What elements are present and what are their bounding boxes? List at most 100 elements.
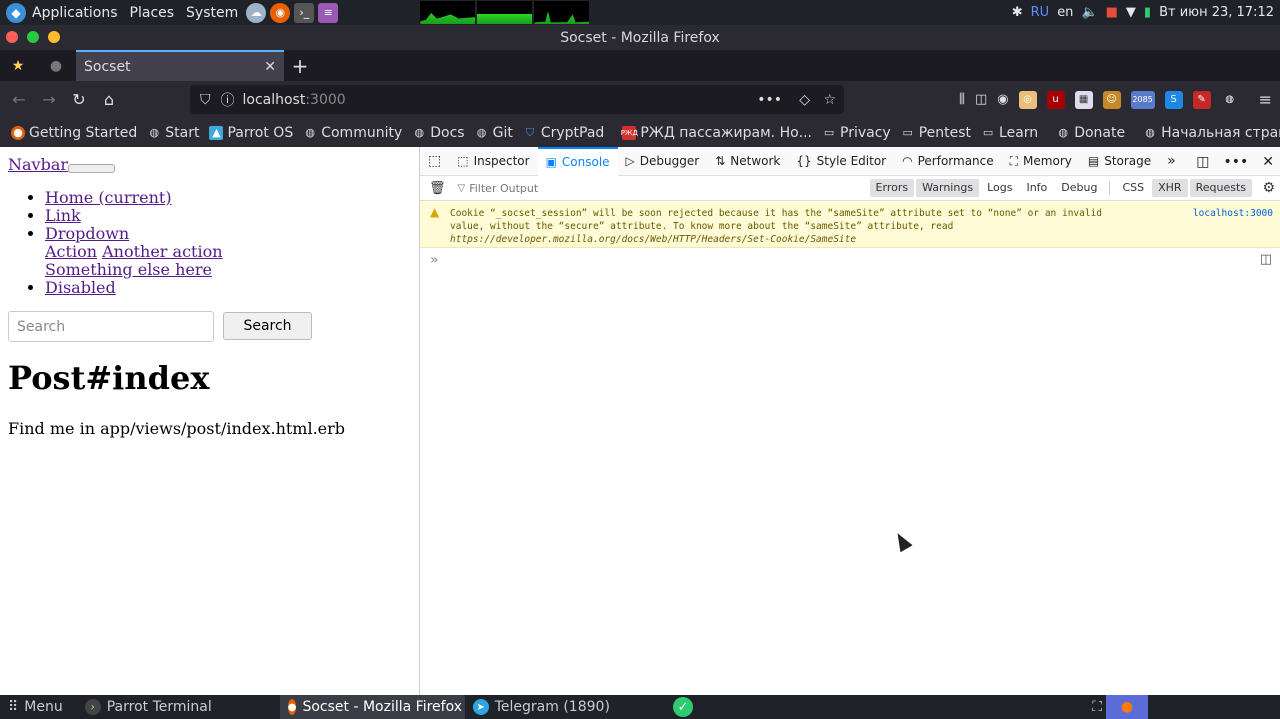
ublock-icon[interactable]: u xyxy=(1046,90,1065,109)
dropdown-item-another-action[interactable]: Another action xyxy=(102,242,222,261)
navbar-brand-link[interactable]: Navbar xyxy=(8,155,68,174)
nav-link-link[interactable]: Link xyxy=(45,206,81,225)
dropdown-item-something-else[interactable]: Something else here xyxy=(45,260,212,279)
sidebar-icon[interactable]: ◫ xyxy=(975,92,987,107)
bluetooth-icon[interactable]: ✱ xyxy=(1012,5,1023,20)
pinned-tab-github-icon[interactable]: ● xyxy=(36,50,76,81)
hamburger-menu-icon[interactable]: ≡ xyxy=(1259,90,1272,109)
filter-errors[interactable]: Errors xyxy=(869,179,915,197)
bookmark-item[interactable]: ● Getting Started xyxy=(6,125,142,141)
console-input[interactable]: » ◫ xyxy=(420,248,1280,272)
taskbar-item-telegram[interactable]: ➤ Telegram (1890) xyxy=(465,695,618,719)
filter-requests[interactable]: Requests xyxy=(1189,179,1252,197)
back-button[interactable]: ← xyxy=(4,85,34,115)
bookmark-item[interactable]: ◍ Git xyxy=(470,125,518,141)
workspace-switcher-icon[interactable]: ⛶ xyxy=(1092,699,1102,715)
library-icon[interactable]: ⫼ xyxy=(959,92,965,107)
firefox-launcher-icon[interactable]: ◉ xyxy=(270,2,291,23)
page-actions-icon[interactable]: ••• xyxy=(757,92,782,108)
console-settings-gear-icon[interactable]: ⚙ xyxy=(1262,180,1275,196)
tab-inspector[interactable]: ⬚ Inspector xyxy=(449,147,537,176)
warning-url[interactable]: https://developer.mozilla.org/docs/Web/H… xyxy=(450,233,1280,246)
split-editor-icon[interactable]: ◫ xyxy=(1260,252,1272,267)
close-tab-icon[interactable]: ✕ xyxy=(264,59,276,75)
clear-console-trash-icon[interactable]: 🗑 xyxy=(429,181,446,196)
taskbar-item-firefox[interactable]: ● Socset - Mozilla Firefox xyxy=(279,695,465,719)
filter-css[interactable]: CSS xyxy=(1116,179,1150,197)
weather-icon[interactable]: ☁ xyxy=(246,2,267,23)
bookmark-item[interactable]: ⛉ CryptPad xyxy=(518,125,609,141)
extension-globe-icon[interactable]: ◍ xyxy=(1221,91,1239,109)
site-info-icon[interactable]: ⓘ xyxy=(221,90,235,110)
bookmark-item[interactable]: ◍ Docs xyxy=(407,125,469,141)
nav-link-home[interactable]: Home (current) xyxy=(45,188,172,207)
dropdown-item-action[interactable]: Action xyxy=(45,242,97,261)
wifi-icon[interactable]: ▼ xyxy=(1126,5,1136,20)
filter-warnings[interactable]: Warnings xyxy=(916,179,980,197)
url-bar[interactable]: ⛉ ⓘ localhost:3000 ••• ◇ ☆ xyxy=(190,85,844,114)
warning-source-location[interactable]: localhost:3000 xyxy=(1193,207,1273,220)
bookmark-item[interactable]: ◍ Community xyxy=(298,125,407,141)
tracking-protection-icon[interactable]: ⛉ xyxy=(200,92,211,108)
tab-network[interactable]: ⇅ Network xyxy=(707,147,788,176)
nav-link-disabled[interactable]: Disabled xyxy=(45,278,116,297)
extension-s-icon[interactable]: S xyxy=(1164,90,1183,109)
element-picker-icon[interactable]: ⬚ xyxy=(420,147,449,176)
bookmark-item[interactable]: РЖД РЖД пассажирам. Но... xyxy=(617,125,817,141)
bookmark-item[interactable]: ▲ Parrot OS xyxy=(204,125,298,141)
devtools-menu-icon[interactable]: ••• xyxy=(1223,154,1248,170)
search-input[interactable]: Search xyxy=(8,311,214,342)
more-tools-chevron-icon[interactable]: » xyxy=(1159,147,1184,176)
update-icon[interactable]: ■ xyxy=(1106,5,1118,20)
parrot-menu-icon[interactable]: ◆ xyxy=(6,2,26,23)
taskbar-item-terminal[interactable]: › Parrot Terminal xyxy=(77,695,220,719)
workspace-firefox-icon[interactable]: ● xyxy=(1106,695,1148,719)
bookmark-item[interactable]: ◍Начальная страница xyxy=(1138,125,1280,141)
nav-link-dropdown[interactable]: Dropdown xyxy=(45,224,129,243)
bookmark-folder[interactable]: ▭ Learn xyxy=(976,125,1043,141)
check-status-icon[interactable]: ✓ xyxy=(672,697,693,717)
tampermonkey-icon[interactable]: ☺ xyxy=(1102,90,1121,109)
pinned-tab-star-icon[interactable]: ★ xyxy=(0,50,36,81)
bookmark-item[interactable]: ◍ Start xyxy=(142,125,204,141)
close-devtools-icon[interactable]: ✕ xyxy=(1262,154,1274,170)
tab-performance[interactable]: ◠ Performance xyxy=(894,147,1002,176)
bookmark-star-icon[interactable]: ☆ xyxy=(823,92,836,108)
keyboard-layout-en[interactable]: en xyxy=(1057,5,1073,20)
filter-info[interactable]: Info xyxy=(1020,179,1053,197)
tab-socset[interactable]: Socset ✕ xyxy=(76,50,284,81)
system-menu[interactable]: System xyxy=(180,0,244,25)
bookmark-item[interactable]: ◍ Donate xyxy=(1051,125,1130,141)
new-tab-button[interactable]: + xyxy=(284,54,316,78)
search-button[interactable]: Search xyxy=(223,312,312,340)
keyboard-layout-ru[interactable]: RU xyxy=(1031,5,1050,20)
pocket-icon[interactable]: ◇ xyxy=(799,92,810,108)
reload-button[interactable]: ↻ xyxy=(64,85,94,115)
dock-side-icon[interactable]: ◫ xyxy=(1196,154,1209,170)
tab-console[interactable]: ▣ Console xyxy=(537,146,618,176)
battery-icon[interactable]: ▮ xyxy=(1144,5,1151,20)
bookmark-folder[interactable]: ▭ Pentest xyxy=(896,125,976,141)
filter-output-input[interactable]: Filter Output xyxy=(469,182,538,195)
applications-menu[interactable]: Applications xyxy=(26,0,124,25)
tab-storage[interactable]: ▤ Storage xyxy=(1080,147,1159,176)
tab-style-editor[interactable]: {} Style Editor xyxy=(788,147,894,176)
account-icon[interactable]: ◉ xyxy=(997,92,1008,107)
taskbar-menu-button[interactable]: ⠿ Menu xyxy=(0,695,71,719)
tab-memory[interactable]: ⛶ Memory xyxy=(1002,147,1080,176)
clock[interactable]: Вт июн 23, 17:12 xyxy=(1159,5,1274,20)
terminal-launcher-icon[interactable]: ›_ xyxy=(294,2,315,23)
extension-icon[interactable]: ◎ xyxy=(1018,90,1037,109)
tab-debugger[interactable]: ▷ Debugger xyxy=(618,147,708,176)
places-menu[interactable]: Places xyxy=(124,0,181,25)
volume-icon[interactable]: 🔈 xyxy=(1081,5,1097,20)
extension-cart-icon[interactable]: ▦ xyxy=(1074,90,1093,109)
filter-debug[interactable]: Debug xyxy=(1055,179,1103,197)
filter-xhr[interactable]: XHR xyxy=(1152,179,1188,197)
navbar-toggler-button[interactable] xyxy=(68,164,115,173)
filter-logs[interactable]: Logs xyxy=(981,179,1018,197)
forward-button[interactable]: → xyxy=(34,85,64,115)
extension-badge-icon[interactable]: 2085 xyxy=(1130,90,1155,109)
text-editor-launcher-icon[interactable]: ≡ xyxy=(318,2,339,23)
bookmark-folder[interactable]: ▭ Privacy xyxy=(817,125,896,141)
